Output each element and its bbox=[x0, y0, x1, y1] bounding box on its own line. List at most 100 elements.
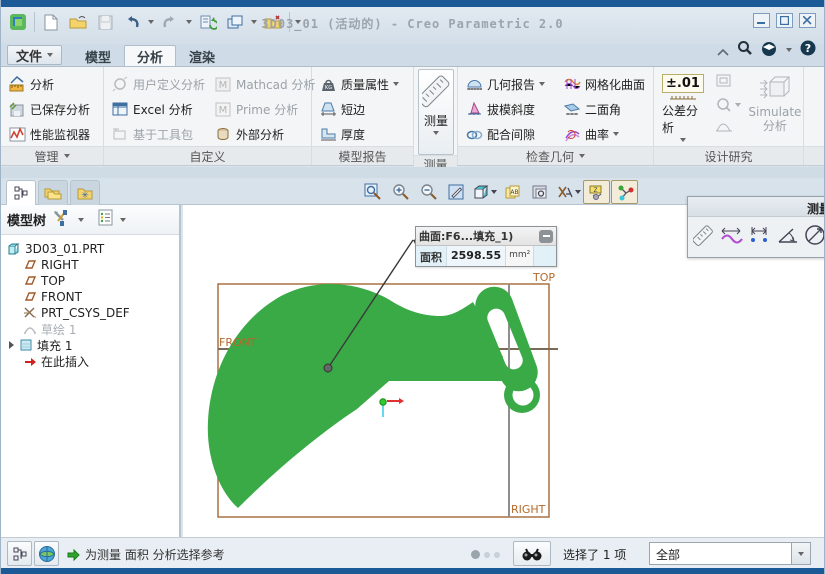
measure-distance-icon[interactable] bbox=[748, 222, 772, 248]
tab-model-tree[interactable] bbox=[6, 180, 36, 205]
tree-item-csys[interactable]: PRT_CSYS_DEF bbox=[1, 305, 179, 321]
datum-display-arrow-icon bbox=[575, 190, 581, 194]
group-label-check-geometry[interactable]: 检查几何 bbox=[458, 146, 653, 165]
measure-diameter-icon[interactable] bbox=[804, 222, 825, 248]
learning-center-icon[interactable] bbox=[761, 41, 778, 60]
find-button[interactable] bbox=[513, 541, 551, 566]
group-model-report: KG质量属性 短边 厚度 模型报告 bbox=[312, 67, 414, 165]
prime-analysis-button[interactable]: MPrime 分析 bbox=[212, 97, 318, 121]
tree-tools-arrow-icon[interactable] bbox=[78, 218, 84, 222]
svg-text:KG: KG bbox=[325, 85, 332, 91]
tree-item-fill[interactable]: 填充 1 bbox=[1, 337, 179, 353]
area-unit[interactable]: mm² bbox=[505, 246, 534, 266]
front-plane-label: FRONT bbox=[219, 336, 257, 349]
refit-button[interactable] bbox=[359, 180, 386, 204]
command-search-icon[interactable] bbox=[737, 40, 753, 60]
selection-filter-dropdown[interactable]: 全部 bbox=[649, 542, 811, 565]
popup-header[interactable]: 曲面:F6...填充_1) bbox=[416, 227, 556, 246]
tree-item-part[interactable]: 3D03_01.PRT bbox=[1, 241, 179, 257]
group-measure: 测量 测量 bbox=[414, 67, 458, 165]
simulate-label: Simulate 分析 bbox=[748, 106, 801, 134]
tree-item-right-plane[interactable]: RIGHT bbox=[1, 257, 179, 273]
sensitivity-study-icon[interactable] bbox=[715, 73, 741, 93]
curvature-button[interactable]: 曲率 bbox=[561, 122, 648, 146]
tree-item-sketch[interactable]: 草绘 1 bbox=[1, 321, 179, 337]
performance-monitor-button[interactable]: 性能监视器 bbox=[6, 122, 93, 146]
spin-center-button[interactable] bbox=[611, 180, 638, 204]
group-manage: 分析 已保存分析 性能监视器 管理 bbox=[1, 67, 104, 165]
check-geom-arrow-icon bbox=[579, 154, 585, 158]
area-value: 2598.55 bbox=[446, 246, 505, 266]
tree-item-top-plane[interactable]: TOP bbox=[1, 273, 179, 289]
collapse-ribbon-icon[interactable] bbox=[717, 41, 729, 60]
palette-toolbar bbox=[688, 217, 825, 248]
palette-title-bar[interactable]: 测量 bbox=[688, 197, 825, 217]
measure-angle-icon[interactable] bbox=[776, 222, 800, 248]
repaint-button[interactable] bbox=[443, 180, 470, 204]
user-defined-analysis-button[interactable]: 用户定义分析 bbox=[109, 72, 208, 96]
close-button[interactable] bbox=[799, 13, 816, 28]
palette-title: 测量 bbox=[807, 200, 825, 217]
feasibility-study-icon[interactable] bbox=[715, 97, 741, 113]
tree-settings-arrow-icon[interactable] bbox=[120, 218, 126, 222]
tab-folder-browser[interactable] bbox=[38, 180, 68, 205]
help-icon[interactable]: ? bbox=[800, 40, 816, 60]
tab-favorites[interactable]: ✳ bbox=[70, 180, 100, 205]
tolerance-analysis-button[interactable]: ±.01 公差分析 bbox=[659, 72, 707, 144]
measure-button[interactable]: 测量 bbox=[418, 69, 454, 155]
expand-arrow-icon[interactable] bbox=[9, 341, 14, 349]
tab-file[interactable]: 文件 bbox=[7, 45, 62, 65]
measure-result-popup[interactable]: 曲面:F6...填充_1) 面积 2598.55 mm² bbox=[415, 226, 557, 267]
toolkit-based-button[interactable]: 基于工具包 bbox=[109, 122, 208, 146]
tree-item-insert-here[interactable]: 在此插入 bbox=[1, 353, 179, 369]
restore-button[interactable] bbox=[776, 13, 793, 28]
annotation-display-button[interactable]: Z bbox=[583, 180, 610, 204]
ribbon-gap bbox=[1, 167, 824, 178]
learning-dropdown-arrow-icon[interactable] bbox=[786, 48, 792, 52]
datum-display-button[interactable] bbox=[555, 180, 582, 204]
draft-check-button[interactable]: 拔模斜度 bbox=[463, 97, 557, 121]
fit-clearance-button[interactable]: 配合间隙 bbox=[463, 122, 557, 146]
mathcad-analysis-button[interactable]: MMathcad 分析 bbox=[212, 72, 318, 96]
thickness-button[interactable]: 厚度 bbox=[317, 122, 402, 146]
tab-model[interactable]: 模型 bbox=[72, 45, 124, 66]
zoom-in-button[interactable] bbox=[387, 180, 414, 204]
measure-palette[interactable]: 测量 bbox=[687, 196, 825, 258]
tolerance-icon: ±.01 bbox=[662, 74, 704, 93]
excel-analysis-button[interactable]: Excel 分析 bbox=[109, 97, 208, 121]
toggle-model-tree-button[interactable] bbox=[7, 541, 32, 566]
tab-analysis[interactable]: 分析 bbox=[124, 45, 176, 66]
tree-item-front-plane[interactable]: FRONT bbox=[1, 289, 179, 305]
svg-text:?: ? bbox=[805, 42, 811, 55]
saved-analyses-button[interactable]: 已保存分析 bbox=[6, 97, 93, 121]
display-style-arrow-icon bbox=[491, 190, 497, 194]
view-manager-button[interactable] bbox=[527, 180, 554, 204]
display-style-button[interactable] bbox=[471, 180, 498, 204]
zoom-out-button[interactable] bbox=[415, 180, 442, 204]
mesh-surface-button[interactable]: 网格化曲面 bbox=[561, 72, 648, 96]
simulate-analysis-button[interactable]: Simulate 分析 bbox=[749, 72, 801, 136]
fill-surface[interactable] bbox=[208, 284, 540, 508]
group-label-manage[interactable]: 管理 bbox=[1, 146, 103, 165]
status-bar: 为测量 面积 分析选择参考 选择了 1 项 全部 bbox=[1, 537, 824, 568]
toggle-browser-button[interactable] bbox=[34, 541, 59, 566]
measure-summary-icon[interactable] bbox=[693, 222, 716, 248]
filter-dropdown-button[interactable] bbox=[791, 543, 810, 564]
tab-render[interactable]: 渲染 bbox=[176, 45, 228, 66]
collapse-popup-icon[interactable] bbox=[539, 230, 553, 243]
filter-arrow-icon bbox=[798, 552, 804, 556]
dihedral-angle-button[interactable]: 二面角 bbox=[561, 97, 648, 121]
analysis-button[interactable]: 分析 bbox=[6, 72, 93, 96]
mass-properties-button[interactable]: KG质量属性 bbox=[317, 72, 402, 96]
tree-settings-icon[interactable] bbox=[98, 209, 114, 230]
manage-dropdown-arrow-icon bbox=[64, 154, 70, 158]
saved-views-button[interactable]: AB bbox=[499, 180, 526, 204]
measure-length-icon[interactable] bbox=[720, 222, 744, 248]
statistics-study-icon[interactable] bbox=[715, 117, 741, 137]
geometry-report-button[interactable]: 几何报告 bbox=[463, 72, 557, 96]
tree-tools-icon[interactable] bbox=[52, 209, 72, 231]
minimize-button[interactable] bbox=[753, 13, 770, 28]
file-dropdown-arrow-icon bbox=[47, 53, 53, 57]
short-edge-button[interactable]: 短边 bbox=[317, 97, 402, 121]
external-analysis-button[interactable]: 外部分析 bbox=[212, 122, 318, 146]
